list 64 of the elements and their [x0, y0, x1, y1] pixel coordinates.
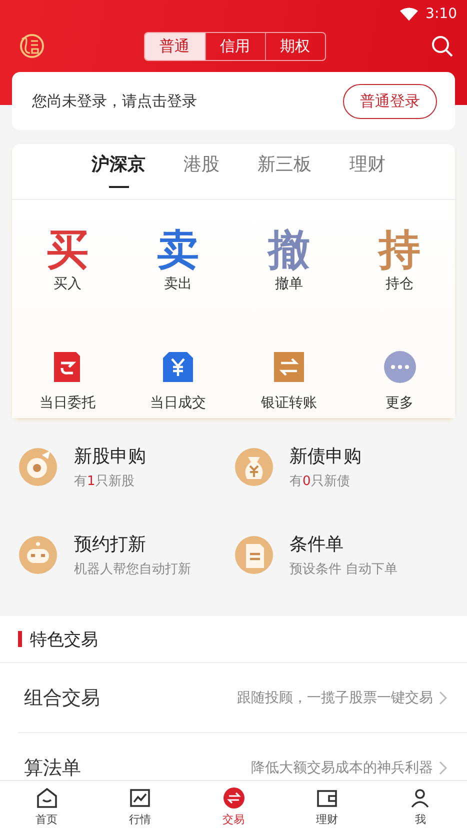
login-button[interactable]: 普通登录: [343, 84, 437, 118]
account-tab[interactable]: 普通: [144, 32, 204, 60]
quick-action[interactable]: 银证转账: [234, 308, 344, 418]
nav-tab[interactable]: 行情: [93, 781, 187, 830]
feature-title[interactable]: 预约打新: [74, 532, 191, 556]
action-label: 卖出: [164, 275, 192, 294]
action-label: 撤单: [274, 275, 303, 294]
feature-subtitle: 机器人帮您自动打新: [74, 561, 191, 578]
nav-tab[interactable]: 首页: [0, 781, 94, 830]
quick-action[interactable]: 当日委托: [12, 308, 123, 418]
feature-subtitle: 有1只新股: [74, 473, 136, 490]
clock-time: 3:10: [426, 6, 457, 22]
chart-icon: [129, 787, 152, 809]
nav-tab[interactable]: 理财: [280, 781, 374, 830]
action-label: 银证转账: [260, 394, 317, 412]
exchange-icon: [222, 787, 245, 809]
person-icon: [409, 787, 432, 809]
row-description: 降低大额交易成本的神兵利器: [251, 758, 433, 776]
row-description: 跟随投顾，一揽子股票一键交易: [237, 688, 433, 706]
action-glyph: 买: [46, 226, 88, 274]
note-icon: [234, 535, 274, 575]
quick-action[interactable]: 更多: [344, 308, 455, 418]
action-label: 买入: [53, 275, 82, 294]
action-label: 更多: [386, 394, 414, 412]
section-title: 特色交易: [30, 628, 98, 650]
feature-title[interactable]: 新债申购: [290, 444, 362, 468]
nav-tab[interactable]: 我: [374, 781, 467, 830]
menu-row[interactable]: 组合交易 跟随投顾，一揽子股票一键交易: [18, 663, 467, 733]
action-glyph: 持: [378, 226, 421, 274]
chevron-icon: [439, 690, 447, 704]
quick-action[interactable]: 当日成交: [122, 308, 234, 418]
market-tab[interactable]: 新三板: [250, 144, 320, 199]
search-icon: [431, 35, 453, 57]
login-prompt: 您尚未登录，请点击登录: [32, 92, 197, 110]
chevron-icon: [439, 760, 447, 774]
robot-icon: [18, 535, 58, 575]
transfer-icon: [272, 350, 306, 384]
yen-tag-icon: [161, 350, 196, 384]
action-label: 当日委托: [39, 394, 96, 412]
market-tab[interactable]: 理财: [342, 144, 394, 199]
feature-subtitle: 预设条件 自动下单: [290, 561, 398, 578]
trade-action[interactable]: 买 买入: [12, 200, 123, 308]
action-glyph: 卖: [157, 226, 200, 274]
target-icon: [18, 447, 58, 487]
trade-action[interactable]: 持 持仓: [344, 200, 455, 308]
action-label: 当日成交: [150, 394, 206, 412]
action-label: 持仓: [386, 275, 414, 294]
house-icon: [36, 787, 58, 809]
market-tab[interactable]: 沪深京: [84, 144, 154, 199]
action-glyph: 撤: [268, 226, 310, 274]
account-tab[interactable]: 信用: [204, 32, 264, 60]
more-icon: [382, 350, 417, 384]
market-tab[interactable]: 港股: [176, 144, 228, 199]
wifi-icon: [400, 6, 418, 22]
feature-subtitle: 有0只新债: [290, 473, 351, 490]
feature-title[interactable]: 条件单: [290, 532, 398, 556]
trade-action[interactable]: 卖 卖出: [122, 200, 234, 308]
money-bag-icon: [234, 447, 274, 487]
nav-tab[interactable]: 交易: [186, 781, 280, 830]
trade-action[interactable]: 撤 撤单: [234, 200, 344, 308]
wallet-icon: [316, 787, 338, 809]
feature-title[interactable]: 新股申购: [74, 444, 146, 468]
accent-bar: [18, 631, 22, 647]
account-tab[interactable]: 期权: [264, 32, 324, 60]
